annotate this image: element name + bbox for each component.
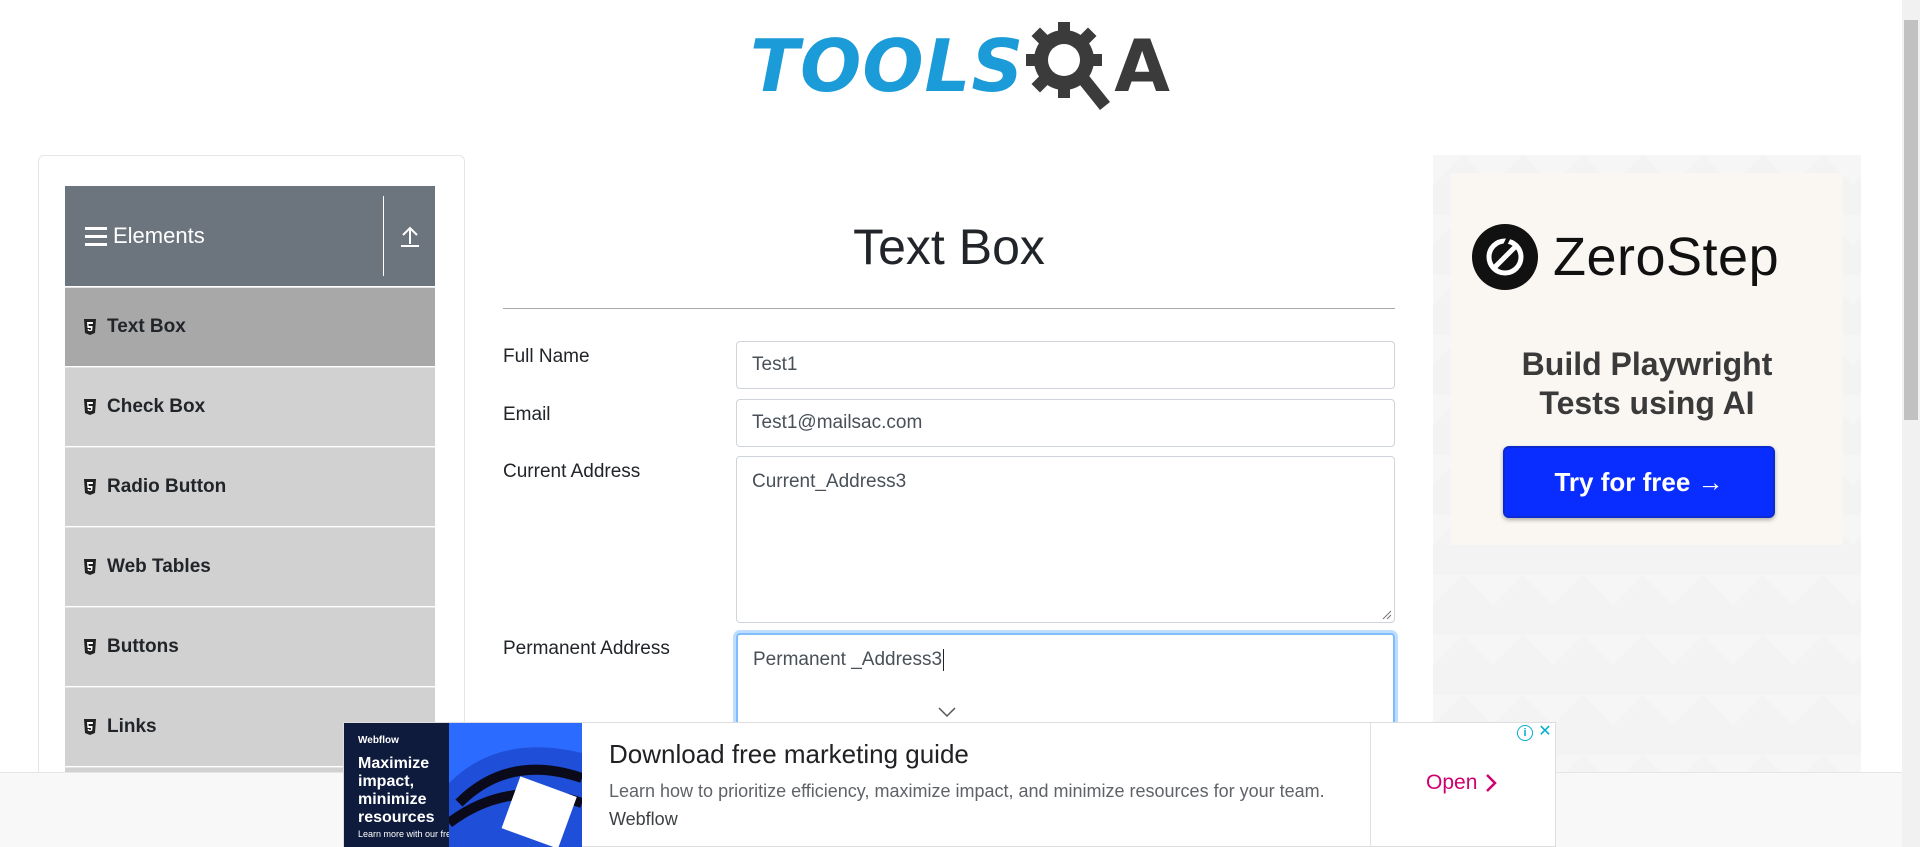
- collapse-up-icon[interactable]: [395, 218, 425, 254]
- current-address-value: Current_Address3: [752, 471, 907, 492]
- logo-text-a: A: [1114, 23, 1170, 108]
- ebook-cover-art: [449, 723, 582, 847]
- html5-icon: [84, 639, 96, 655]
- ad-title[interactable]: Download free marketing guide: [609, 739, 969, 770]
- resize-grip-icon[interactable]: [1382, 610, 1392, 620]
- html5-icon: [84, 559, 96, 575]
- group-title: Elements: [113, 223, 205, 248]
- open-button[interactable]: Open: [1426, 771, 1498, 795]
- ad-image-brand: Webflow: [358, 735, 399, 746]
- permanent-address-label: Permanent Address: [503, 638, 670, 659]
- zerostep-brand: ZeroStep: [1553, 227, 1780, 287]
- current-address-textarea[interactable]: Current_Address3: [736, 456, 1395, 623]
- ad-source: Webflow: [609, 809, 678, 829]
- sidebar-item-check-box[interactable]: Check Box: [65, 367, 435, 446]
- sidebar-item-text-box[interactable]: Text Box: [65, 287, 435, 366]
- ad-close-icon[interactable]: ✕: [1537, 724, 1553, 741]
- sidebar-item-label: Buttons: [107, 636, 179, 657]
- open-label: Open: [1426, 771, 1478, 794]
- ad-info-icon[interactable]: i: [1517, 725, 1533, 741]
- ad-divider: [1370, 723, 1371, 847]
- page-title: Text Box: [853, 219, 1045, 275]
- sidebar-item-label: Check Box: [107, 396, 206, 417]
- logo-text-qa: A: [1024, 20, 1170, 112]
- logo-text-tools: TOOLS: [750, 23, 1025, 108]
- toolsqa-logo[interactable]: TOOLS A: [750, 18, 1170, 113]
- vertical-scrollbar[interactable]: [1902, 0, 1920, 847]
- zerostep-ad-card[interactable]: ZeroStep Build Playwright Tests using AI…: [1451, 173, 1843, 545]
- html5-icon: [84, 479, 96, 495]
- chevron-down-icon[interactable]: [937, 706, 957, 718]
- bottom-banner-ad[interactable]: Webflow Maximize impact, minimize resour…: [343, 722, 1556, 847]
- sidebar-item-label: Web Tables: [107, 556, 211, 577]
- tagline-line-2: Tests using AI: [1539, 385, 1755, 421]
- full-name-label: Full Name: [503, 346, 590, 367]
- try-for-free-button[interactable]: Try for free →: [1503, 446, 1775, 518]
- sidebar-item-web-tables[interactable]: Web Tables: [65, 527, 435, 606]
- ad-image[interactable]: Webflow Maximize impact, minimize resour…: [344, 723, 582, 847]
- zerostep-logo: ZeroStep: [1471, 223, 1779, 291]
- current-address-label: Current Address: [503, 461, 641, 482]
- scrollbar-thumb[interactable]: [1904, 20, 1918, 420]
- gear-magnifier-icon: [1026, 21, 1111, 110]
- elements-group-header[interactable]: Elements: [65, 186, 435, 286]
- email-label: Email: [503, 404, 551, 425]
- sidebar-item-radio-button[interactable]: Radio Button: [65, 447, 435, 526]
- header-divider: [383, 196, 384, 276]
- zerostep-logo-icon: [1472, 224, 1538, 290]
- chevron-right-icon: [1486, 774, 1498, 792]
- sidebar-item-label: Text Box: [107, 316, 186, 337]
- email-input[interactable]: Test1@mailsac.com: [736, 399, 1395, 447]
- text-caret: [943, 649, 945, 671]
- sidebar-item-buttons[interactable]: Buttons: [65, 607, 435, 686]
- title-divider: [503, 308, 1395, 309]
- html5-icon: [84, 319, 96, 335]
- html5-icon: [84, 719, 96, 735]
- ad-description: Learn how to prioritize efficiency, maxi…: [609, 781, 1325, 801]
- sidebar-item-label: Links: [107, 716, 157, 737]
- sidebar-item-label: Radio Button: [107, 476, 227, 497]
- hamburger-icon: [85, 226, 107, 246]
- permanent-address-value: Permanent _Address3: [753, 649, 943, 671]
- tagline-line-1: Build Playwright: [1521, 346, 1773, 382]
- full-name-input[interactable]: Test1: [736, 341, 1395, 389]
- zerostep-tagline: Build Playwright Tests using AI: [1451, 345, 1843, 423]
- html5-icon: [84, 399, 96, 415]
- page: TOOLS A Elements Text Box Check Box Radi…: [0, 0, 1920, 847]
